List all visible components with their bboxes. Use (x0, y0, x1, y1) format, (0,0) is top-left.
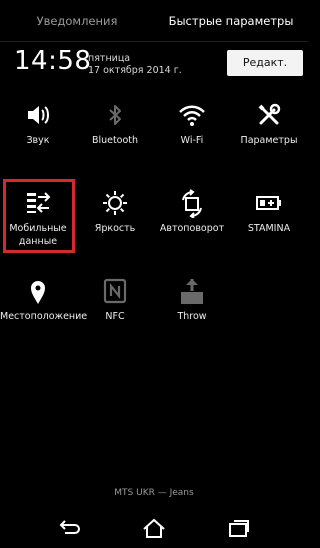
tile-label: Wi-Fi (180, 135, 204, 146)
tile-label: Bluetooth (91, 135, 139, 146)
tile-wifi[interactable]: Wi-Fi (154, 100, 230, 170)
home-icon[interactable] (141, 516, 167, 540)
battery-stamina-icon (254, 188, 284, 218)
tile-label: Автоповорот (159, 223, 225, 234)
tile-location[interactable]: Местоположение (0, 276, 88, 346)
tile-label: Звук (26, 135, 50, 146)
navigation-bar (0, 508, 308, 548)
carrier-label: MTS UKR — Jeans (114, 488, 194, 498)
date: 17 октября 2014 г. (88, 65, 182, 76)
volume-icon (23, 100, 53, 130)
clock: 14:58 (14, 46, 92, 76)
tile-stamina[interactable]: STAMINA (231, 188, 307, 258)
recents-icon[interactable] (226, 516, 252, 540)
tile-settings[interactable]: Параметры (231, 100, 307, 170)
back-icon[interactable] (56, 516, 82, 540)
tile-label: NFC (105, 311, 125, 322)
tile-label: STAMINA (247, 223, 291, 234)
tile-nfc[interactable]: NFC (77, 276, 153, 346)
settings-tools-icon (254, 100, 284, 130)
tile-auto-rotate[interactable]: Автоповорот (154, 188, 230, 258)
tile-bluetooth[interactable]: Bluetooth (77, 100, 153, 170)
nfc-icon (100, 276, 130, 306)
edit-button[interactable]: Редакт. (227, 50, 303, 76)
wifi-icon (177, 100, 207, 130)
tab-divider (0, 41, 308, 42)
auto-rotate-icon (177, 188, 207, 218)
tile-label: Яркость (94, 223, 136, 234)
tab-notifications[interactable]: Уведомления (0, 0, 154, 42)
tab-bar: Уведомления Быстрые параметры (0, 0, 308, 42)
tile-throw[interactable]: Throw (154, 276, 230, 346)
tile-brightness[interactable]: Яркость (77, 188, 153, 258)
tile-label: Мобильные данные (9, 223, 67, 247)
tile-label: Throw (177, 311, 207, 322)
bluetooth-icon (100, 100, 130, 130)
mobile-data-icon (23, 188, 53, 218)
tile-sound[interactable]: Звук (0, 100, 76, 170)
location-icon (23, 276, 53, 306)
tile-label: Местоположение (0, 311, 88, 322)
brightness-icon (100, 188, 130, 218)
tile-label: Параметры (240, 135, 298, 146)
weekday: пятница (88, 53, 131, 64)
tab-quick-settings[interactable]: Быстрые параметры (154, 0, 308, 42)
throw-icon (177, 276, 207, 306)
tile-mobile-data[interactable]: Мобильные данные (0, 188, 76, 258)
